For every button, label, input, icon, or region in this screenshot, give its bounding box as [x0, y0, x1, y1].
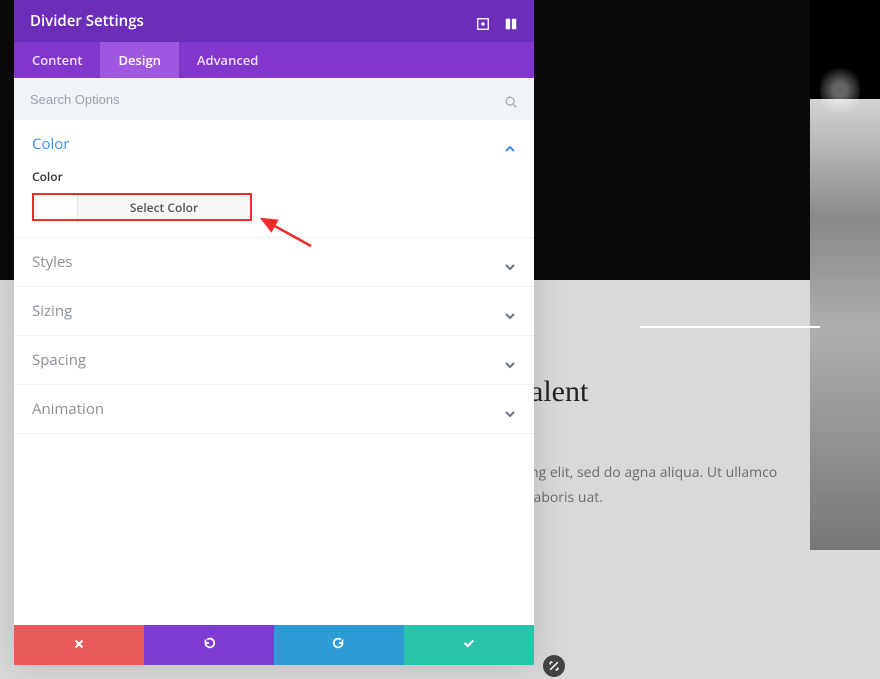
expand-handle-icon[interactable] — [543, 655, 565, 677]
section-animation-header[interactable]: Animation — [14, 385, 534, 433]
section-color: Color Color Select Color — [14, 120, 534, 238]
color-swatch[interactable] — [34, 195, 78, 219]
section-spacing-header[interactable]: Spacing — [14, 336, 534, 384]
section-styles-title: Styles — [32, 252, 72, 272]
fullscreen-icon[interactable] — [476, 14, 490, 28]
page-side-image — [810, 0, 880, 550]
page-body-text: ng elit, sed do agna aliqua. Ut ullamco … — [530, 460, 800, 510]
tab-bar: Content Design Advanced — [14, 42, 534, 78]
page-divider-module[interactable] — [640, 326, 820, 328]
section-spacing: Spacing — [14, 336, 534, 385]
check-icon — [462, 636, 476, 655]
section-spacing-title: Spacing — [32, 350, 86, 370]
cancel-button[interactable] — [14, 625, 144, 665]
color-field-label: Color — [32, 168, 516, 185]
panel-body: Color Color Select Color Styles — [14, 120, 534, 625]
section-sizing-title: Sizing — [32, 301, 72, 321]
section-animation-title: Animation — [32, 399, 104, 419]
section-sizing-header[interactable]: Sizing — [14, 287, 534, 335]
close-icon — [73, 636, 85, 655]
section-sizing: Sizing — [14, 287, 534, 336]
section-styles: Styles — [14, 238, 534, 287]
redo-button[interactable] — [274, 625, 404, 665]
chevron-down-icon — [504, 403, 516, 415]
chevron-down-icon — [504, 354, 516, 366]
section-color-header[interactable]: Color — [14, 120, 534, 168]
chevron-up-icon — [504, 138, 516, 150]
settings-panel: Divider Settings Content Design Advanced — [14, 0, 534, 665]
undo-button[interactable] — [144, 625, 274, 665]
tab-content[interactable]: Content — [14, 42, 100, 78]
search-bar — [14, 78, 534, 120]
page-heading: alent — [530, 375, 588, 409]
undo-icon — [202, 636, 216, 655]
panel-footer — [14, 625, 534, 665]
search-input[interactable] — [30, 92, 504, 107]
save-button[interactable] — [404, 625, 534, 665]
panel-title: Divider Settings — [30, 11, 144, 31]
tab-design[interactable]: Design — [100, 42, 178, 78]
section-color-content: Color Select Color — [14, 168, 534, 237]
header-actions — [476, 14, 518, 28]
color-picker[interactable]: Select Color — [32, 193, 252, 221]
tab-advanced[interactable]: Advanced — [179, 42, 276, 78]
panel-header: Divider Settings — [14, 0, 534, 42]
chevron-down-icon — [504, 256, 516, 268]
redo-icon — [332, 636, 346, 655]
snap-icon[interactable] — [504, 14, 518, 28]
chevron-down-icon — [504, 305, 516, 317]
search-icon[interactable] — [504, 92, 518, 106]
color-select-label: Select Color — [78, 195, 250, 219]
section-styles-header[interactable]: Styles — [14, 238, 534, 286]
section-color-title: Color — [32, 134, 69, 154]
section-animation: Animation — [14, 385, 534, 434]
